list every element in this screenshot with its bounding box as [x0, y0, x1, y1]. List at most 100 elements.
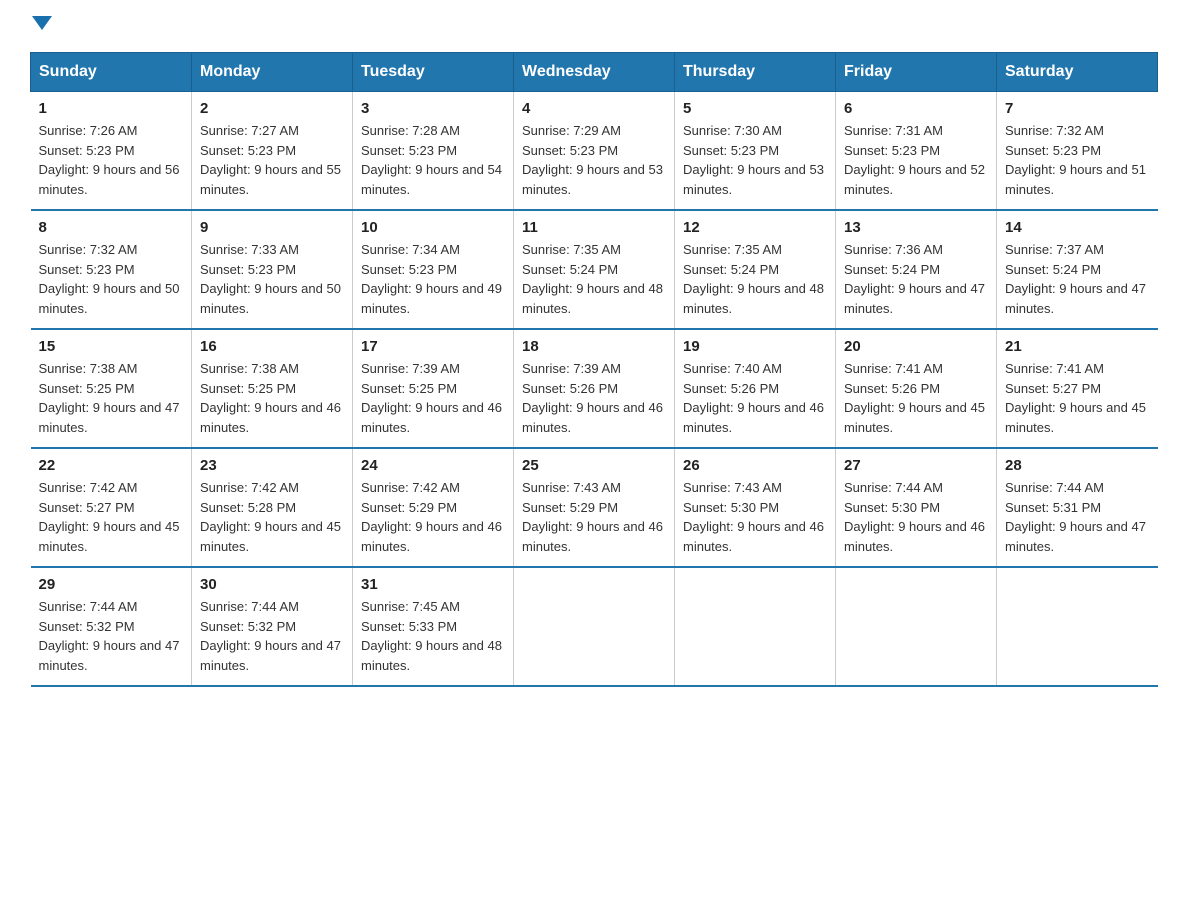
day-info: Sunrise: 7:35 AMSunset: 5:24 PMDaylight:…: [522, 242, 663, 316]
day-cell: 2 Sunrise: 7:27 AMSunset: 5:23 PMDayligh…: [192, 92, 353, 211]
day-cell: 4 Sunrise: 7:29 AMSunset: 5:23 PMDayligh…: [514, 92, 675, 211]
day-cell: 20 Sunrise: 7:41 AMSunset: 5:26 PMDaylig…: [836, 329, 997, 448]
day-info: Sunrise: 7:43 AMSunset: 5:29 PMDaylight:…: [522, 480, 663, 554]
day-cell: 21 Sunrise: 7:41 AMSunset: 5:27 PMDaylig…: [997, 329, 1158, 448]
header-cell-sunday: Sunday: [31, 53, 192, 92]
day-info: Sunrise: 7:28 AMSunset: 5:23 PMDaylight:…: [361, 123, 502, 197]
day-cell: 9 Sunrise: 7:33 AMSunset: 5:23 PMDayligh…: [192, 210, 353, 329]
header-cell-monday: Monday: [192, 53, 353, 92]
header-cell-saturday: Saturday: [997, 53, 1158, 92]
header-row: SundayMondayTuesdayWednesdayThursdayFrid…: [31, 53, 1158, 92]
day-number: 23: [200, 457, 344, 474]
day-cell: 22 Sunrise: 7:42 AMSunset: 5:27 PMDaylig…: [31, 448, 192, 567]
day-info: Sunrise: 7:27 AMSunset: 5:23 PMDaylight:…: [200, 123, 341, 197]
day-cell: 10 Sunrise: 7:34 AMSunset: 5:23 PMDaylig…: [353, 210, 514, 329]
day-info: Sunrise: 7:29 AMSunset: 5:23 PMDaylight:…: [522, 123, 663, 197]
day-info: Sunrise: 7:42 AMSunset: 5:28 PMDaylight:…: [200, 480, 341, 554]
day-info: Sunrise: 7:34 AMSunset: 5:23 PMDaylight:…: [361, 242, 502, 316]
day-number: 13: [844, 219, 988, 236]
day-number: 7: [1005, 100, 1150, 117]
day-number: 16: [200, 338, 344, 355]
logo-arrow-icon: [32, 16, 52, 30]
day-cell: 8 Sunrise: 7:32 AMSunset: 5:23 PMDayligh…: [31, 210, 192, 329]
day-number: 30: [200, 576, 344, 593]
day-info: Sunrise: 7:38 AMSunset: 5:25 PMDaylight:…: [39, 361, 180, 435]
day-number: 10: [361, 219, 505, 236]
week-row-5: 29 Sunrise: 7:44 AMSunset: 5:32 PMDaylig…: [31, 567, 1158, 686]
day-cell: 11 Sunrise: 7:35 AMSunset: 5:24 PMDaylig…: [514, 210, 675, 329]
day-cell: 6 Sunrise: 7:31 AMSunset: 5:23 PMDayligh…: [836, 92, 997, 211]
day-number: 22: [39, 457, 184, 474]
day-number: 8: [39, 219, 184, 236]
day-cell: 12 Sunrise: 7:35 AMSunset: 5:24 PMDaylig…: [675, 210, 836, 329]
day-info: Sunrise: 7:26 AMSunset: 5:23 PMDaylight:…: [39, 123, 180, 197]
day-info: Sunrise: 7:33 AMSunset: 5:23 PMDaylight:…: [200, 242, 341, 316]
week-row-3: 15 Sunrise: 7:38 AMSunset: 5:25 PMDaylig…: [31, 329, 1158, 448]
header-cell-tuesday: Tuesday: [353, 53, 514, 92]
day-number: 28: [1005, 457, 1150, 474]
day-info: Sunrise: 7:42 AMSunset: 5:29 PMDaylight:…: [361, 480, 502, 554]
day-cell: 19 Sunrise: 7:40 AMSunset: 5:26 PMDaylig…: [675, 329, 836, 448]
day-cell: 25 Sunrise: 7:43 AMSunset: 5:29 PMDaylig…: [514, 448, 675, 567]
day-info: Sunrise: 7:32 AMSunset: 5:23 PMDaylight:…: [1005, 123, 1146, 197]
day-number: 31: [361, 576, 505, 593]
day-number: 5: [683, 100, 827, 117]
day-info: Sunrise: 7:44 AMSunset: 5:31 PMDaylight:…: [1005, 480, 1146, 554]
day-cell: [675, 567, 836, 686]
day-info: Sunrise: 7:43 AMSunset: 5:30 PMDaylight:…: [683, 480, 824, 554]
day-cell: 18 Sunrise: 7:39 AMSunset: 5:26 PMDaylig…: [514, 329, 675, 448]
calendar-table: SundayMondayTuesdayWednesdayThursdayFrid…: [30, 52, 1158, 687]
day-number: 4: [522, 100, 666, 117]
logo: [30, 20, 52, 34]
week-row-2: 8 Sunrise: 7:32 AMSunset: 5:23 PMDayligh…: [31, 210, 1158, 329]
day-number: 2: [200, 100, 344, 117]
day-cell: 15 Sunrise: 7:38 AMSunset: 5:25 PMDaylig…: [31, 329, 192, 448]
day-number: 17: [361, 338, 505, 355]
header-cell-wednesday: Wednesday: [514, 53, 675, 92]
header-cell-friday: Friday: [836, 53, 997, 92]
day-number: 25: [522, 457, 666, 474]
day-info: Sunrise: 7:41 AMSunset: 5:27 PMDaylight:…: [1005, 361, 1146, 435]
day-cell: 24 Sunrise: 7:42 AMSunset: 5:29 PMDaylig…: [353, 448, 514, 567]
day-info: Sunrise: 7:39 AMSunset: 5:25 PMDaylight:…: [361, 361, 502, 435]
day-cell: 13 Sunrise: 7:36 AMSunset: 5:24 PMDaylig…: [836, 210, 997, 329]
day-info: Sunrise: 7:42 AMSunset: 5:27 PMDaylight:…: [39, 480, 180, 554]
day-cell: 17 Sunrise: 7:39 AMSunset: 5:25 PMDaylig…: [353, 329, 514, 448]
day-number: 9: [200, 219, 344, 236]
day-info: Sunrise: 7:37 AMSunset: 5:24 PMDaylight:…: [1005, 242, 1146, 316]
day-info: Sunrise: 7:40 AMSunset: 5:26 PMDaylight:…: [683, 361, 824, 435]
day-info: Sunrise: 7:36 AMSunset: 5:24 PMDaylight:…: [844, 242, 985, 316]
calendar-header: SundayMondayTuesdayWednesdayThursdayFrid…: [31, 53, 1158, 92]
day-number: 24: [361, 457, 505, 474]
day-info: Sunrise: 7:35 AMSunset: 5:24 PMDaylight:…: [683, 242, 824, 316]
day-number: 1: [39, 100, 184, 117]
day-cell: 3 Sunrise: 7:28 AMSunset: 5:23 PMDayligh…: [353, 92, 514, 211]
day-cell: 26 Sunrise: 7:43 AMSunset: 5:30 PMDaylig…: [675, 448, 836, 567]
day-number: 11: [522, 219, 666, 236]
day-number: 12: [683, 219, 827, 236]
day-cell: 31 Sunrise: 7:45 AMSunset: 5:33 PMDaylig…: [353, 567, 514, 686]
day-info: Sunrise: 7:44 AMSunset: 5:32 PMDaylight:…: [200, 599, 341, 673]
day-number: 15: [39, 338, 184, 355]
day-cell: [997, 567, 1158, 686]
day-info: Sunrise: 7:44 AMSunset: 5:32 PMDaylight:…: [39, 599, 180, 673]
day-number: 19: [683, 338, 827, 355]
day-info: Sunrise: 7:41 AMSunset: 5:26 PMDaylight:…: [844, 361, 985, 435]
day-cell: 7 Sunrise: 7:32 AMSunset: 5:23 PMDayligh…: [997, 92, 1158, 211]
day-info: Sunrise: 7:38 AMSunset: 5:25 PMDaylight:…: [200, 361, 341, 435]
day-info: Sunrise: 7:44 AMSunset: 5:30 PMDaylight:…: [844, 480, 985, 554]
day-cell: 16 Sunrise: 7:38 AMSunset: 5:25 PMDaylig…: [192, 329, 353, 448]
day-cell: 30 Sunrise: 7:44 AMSunset: 5:32 PMDaylig…: [192, 567, 353, 686]
header-cell-thursday: Thursday: [675, 53, 836, 92]
day-number: 18: [522, 338, 666, 355]
day-number: 14: [1005, 219, 1150, 236]
day-info: Sunrise: 7:30 AMSunset: 5:23 PMDaylight:…: [683, 123, 824, 197]
day-cell: 14 Sunrise: 7:37 AMSunset: 5:24 PMDaylig…: [997, 210, 1158, 329]
day-cell: [836, 567, 997, 686]
day-number: 27: [844, 457, 988, 474]
day-cell: 28 Sunrise: 7:44 AMSunset: 5:31 PMDaylig…: [997, 448, 1158, 567]
day-number: 6: [844, 100, 988, 117]
day-cell: 29 Sunrise: 7:44 AMSunset: 5:32 PMDaylig…: [31, 567, 192, 686]
day-number: 26: [683, 457, 827, 474]
day-cell: 23 Sunrise: 7:42 AMSunset: 5:28 PMDaylig…: [192, 448, 353, 567]
